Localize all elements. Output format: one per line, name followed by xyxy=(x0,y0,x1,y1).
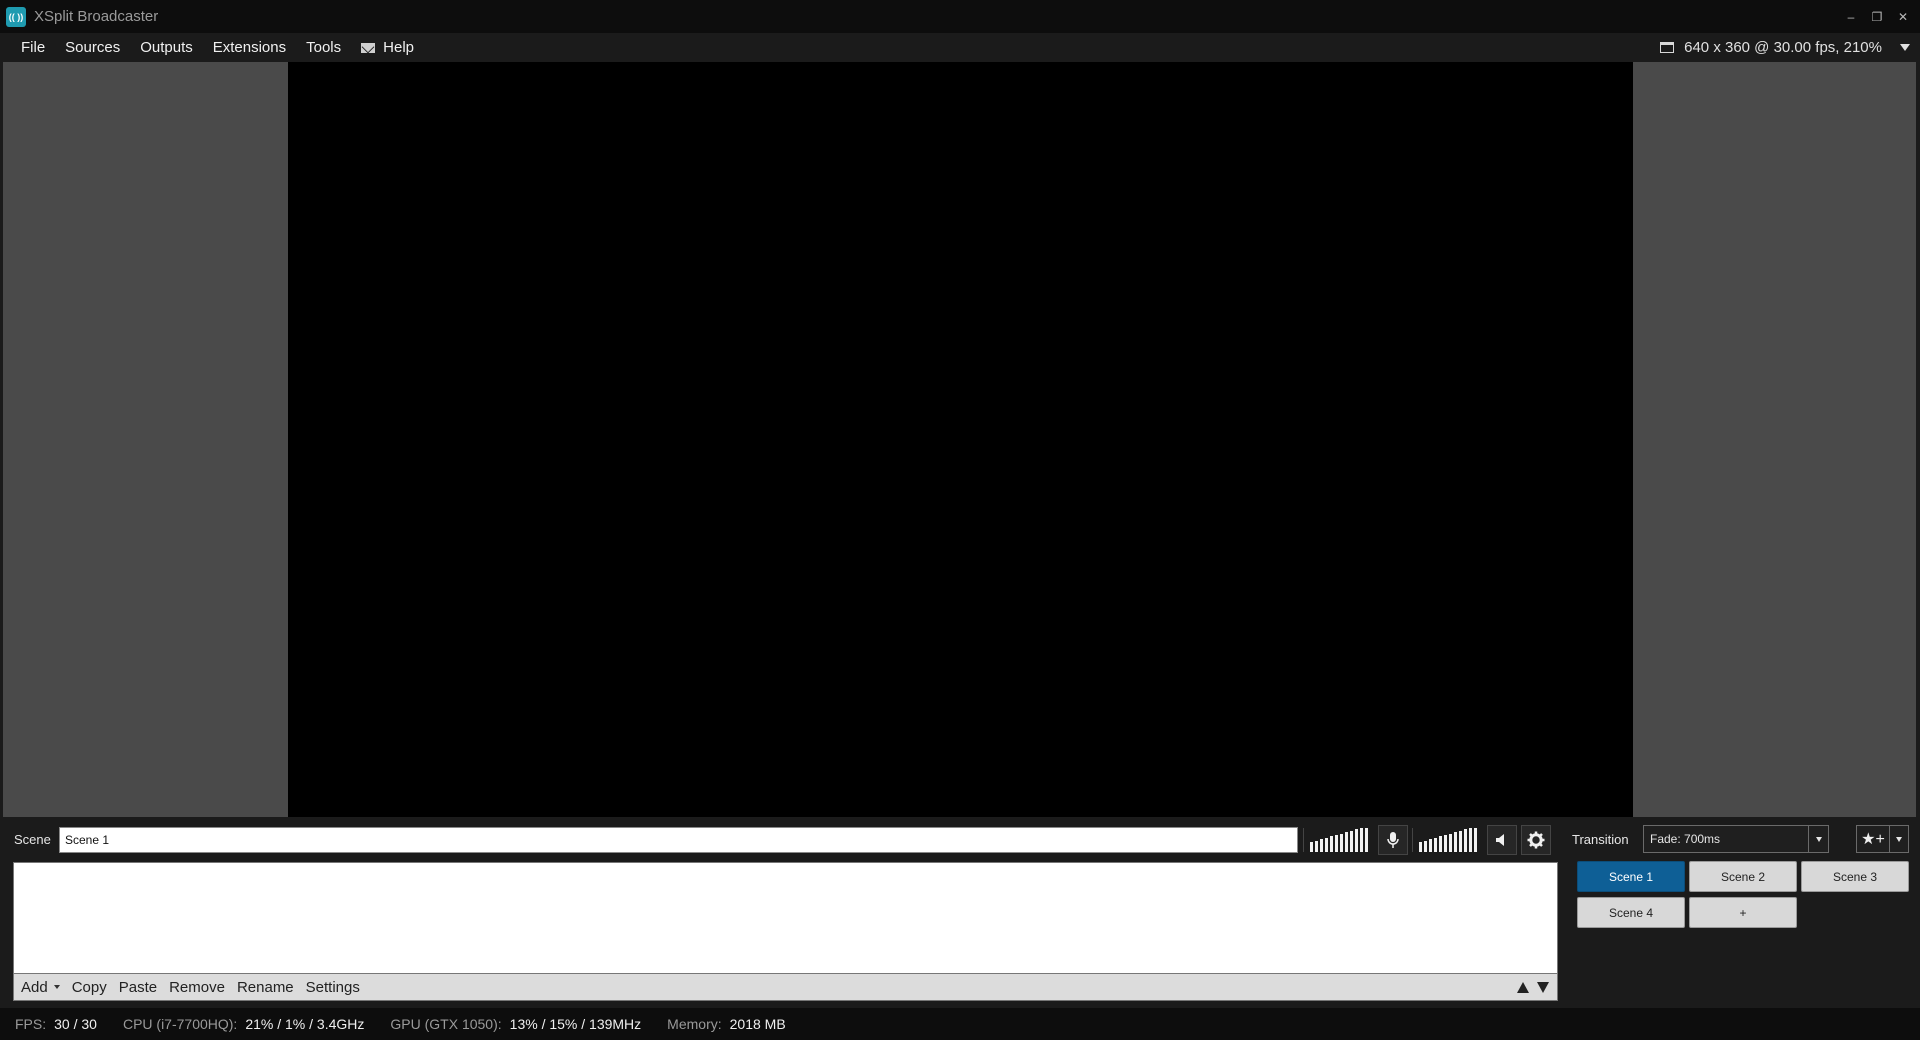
chevron-down-icon xyxy=(1896,836,1902,842)
memory-label: Memory: xyxy=(667,1016,722,1032)
microphone-level-meter xyxy=(1303,828,1374,852)
preview-area xyxy=(3,62,1916,817)
remove-button[interactable]: Remove xyxy=(163,974,231,1001)
meter-bar xyxy=(1464,829,1467,852)
minimize-button[interactable]: – xyxy=(1840,6,1862,28)
meter-bar xyxy=(1315,841,1318,852)
window-controls: – ❐ ✕ xyxy=(1840,0,1914,33)
meter-bar xyxy=(1444,835,1447,852)
cpu-stat: CPU (i7-7700HQ): 21% / 1% / 3.4GHz xyxy=(123,1016,364,1032)
add-source-button[interactable]: Add xyxy=(14,974,66,1001)
preview-canvas[interactable] xyxy=(288,62,1633,817)
gpu-value: 13% / 15% / 139MHz xyxy=(509,1016,642,1032)
cpu-value: 21% / 1% / 3.4GHz xyxy=(245,1016,365,1032)
menu-help-label: Help xyxy=(383,39,414,56)
meter-bar xyxy=(1429,839,1432,852)
rename-button[interactable]: Rename xyxy=(231,974,300,1001)
meter-bar xyxy=(1320,839,1323,852)
add-source-label: Add xyxy=(21,978,48,996)
reorder-controls xyxy=(1517,974,1549,1001)
sources-list[interactable] xyxy=(13,862,1558,974)
scene-button-2[interactable]: Scene 2 xyxy=(1689,861,1797,892)
meter-bar xyxy=(1424,841,1427,852)
memory-stat: Memory: 2018 MB xyxy=(667,1016,786,1032)
meter-bar xyxy=(1474,828,1477,852)
menu-tools[interactable]: Tools xyxy=(296,33,351,62)
transition-label: Transition xyxy=(1572,832,1629,847)
meter-bar xyxy=(1340,834,1343,852)
resolution-indicator[interactable]: 640 x 360 @ 30.00 fps, 210% xyxy=(1660,33,1920,62)
fps-label: FPS: xyxy=(15,1016,47,1032)
menu-bar: File Sources Outputs Extensions Tools He… xyxy=(0,33,1920,62)
microphone-button[interactable] xyxy=(1378,825,1408,855)
scene-name-input[interactable] xyxy=(59,827,1298,853)
meter-bar xyxy=(1360,828,1363,852)
window-icon xyxy=(1660,42,1675,53)
transition-add-dropdown[interactable] xyxy=(1890,836,1908,842)
meter-bar xyxy=(1419,842,1422,852)
restore-button[interactable]: ❐ xyxy=(1866,6,1888,28)
gear-icon xyxy=(1527,831,1545,849)
memory-value: 2018 MB xyxy=(729,1016,786,1032)
close-button[interactable]: ✕ xyxy=(1892,6,1914,28)
chevron-down-icon xyxy=(53,985,60,989)
audio-settings-button[interactable] xyxy=(1521,825,1551,855)
paste-button[interactable]: Paste xyxy=(113,974,163,1001)
meter-bar xyxy=(1449,834,1452,852)
scene-button-3[interactable]: Scene 3 xyxy=(1801,861,1909,892)
settings-button[interactable]: Settings xyxy=(300,974,366,1001)
menu-help[interactable]: Help xyxy=(351,33,424,62)
xsplit-logo-icon: (( )) xyxy=(6,6,26,27)
meter-bar xyxy=(1325,838,1328,852)
microphone-icon xyxy=(1387,832,1399,848)
resolution-text: 640 x 360 @ 30.00 fps, 210% xyxy=(1684,39,1882,56)
transition-selected-value: Fade: 700ms xyxy=(1650,832,1721,846)
status-bar: FPS: 30 / 30 CPU (i7-7700HQ): 21% / 1% /… xyxy=(0,1008,1920,1040)
audio-controls xyxy=(1303,825,1551,855)
gpu-stat: GPU (GTX 1050): 13% / 15% / 139MHz xyxy=(390,1016,641,1032)
gpu-label: GPU (GTX 1050): xyxy=(390,1016,502,1032)
scene-button-4[interactable]: Scene 4 xyxy=(1577,897,1685,928)
window-title: XSplit Broadcaster xyxy=(34,8,159,25)
transition-select[interactable]: Fade: 700ms xyxy=(1643,825,1829,853)
fps-value: 30 / 30 xyxy=(54,1016,97,1032)
add-scene-button[interactable]: + xyxy=(1689,897,1797,928)
menu-extensions[interactable]: Extensions xyxy=(203,33,296,62)
move-down-icon[interactable] xyxy=(1537,982,1549,993)
speaker-icon xyxy=(1496,834,1504,846)
add-transition-icon: ★+ xyxy=(1857,826,1890,852)
move-up-icon[interactable] xyxy=(1517,982,1529,993)
meter-bar xyxy=(1355,829,1358,852)
meter-bar xyxy=(1469,828,1472,852)
scene-label: Scene xyxy=(14,832,51,847)
meter-bar xyxy=(1365,828,1368,852)
meter-bar xyxy=(1439,836,1442,852)
meter-bar xyxy=(1350,831,1353,852)
title-bar: (( )) XSplit Broadcaster – ❐ ✕ xyxy=(0,0,1920,33)
speaker-level-meter xyxy=(1412,828,1483,852)
meter-bar xyxy=(1434,838,1437,852)
meter-bar xyxy=(1459,831,1462,852)
speaker-button[interactable] xyxy=(1487,825,1517,855)
chevron-down-icon xyxy=(1815,836,1822,842)
meter-bar xyxy=(1330,836,1333,852)
meter-bar xyxy=(1454,832,1457,852)
menu-file[interactable]: File xyxy=(0,33,55,62)
scene-button-1[interactable]: Scene 1 xyxy=(1577,861,1685,892)
cpu-label: CPU (i7-7700HQ): xyxy=(122,1016,238,1032)
transition-dropdown[interactable] xyxy=(1808,826,1828,852)
menu-sources[interactable]: Sources xyxy=(55,33,130,62)
menu-outputs[interactable]: Outputs xyxy=(130,33,203,62)
chevron-down-icon[interactable] xyxy=(1900,44,1910,51)
fps-stat: FPS: 30 / 30 xyxy=(15,1016,97,1032)
transition-add-button[interactable]: ★+ xyxy=(1856,825,1909,853)
bottom-panel: Scene Scene 1 Add Copy Paste Remove Rena… xyxy=(3,817,1916,1008)
sources-toolbar: Add Copy Paste Remove Rename Settings xyxy=(13,974,1558,1001)
meter-bar xyxy=(1310,842,1313,852)
meter-bar xyxy=(1335,835,1338,852)
mail-icon xyxy=(361,42,376,53)
copy-button[interactable]: Copy xyxy=(66,974,113,1001)
meter-bar xyxy=(1345,832,1348,852)
